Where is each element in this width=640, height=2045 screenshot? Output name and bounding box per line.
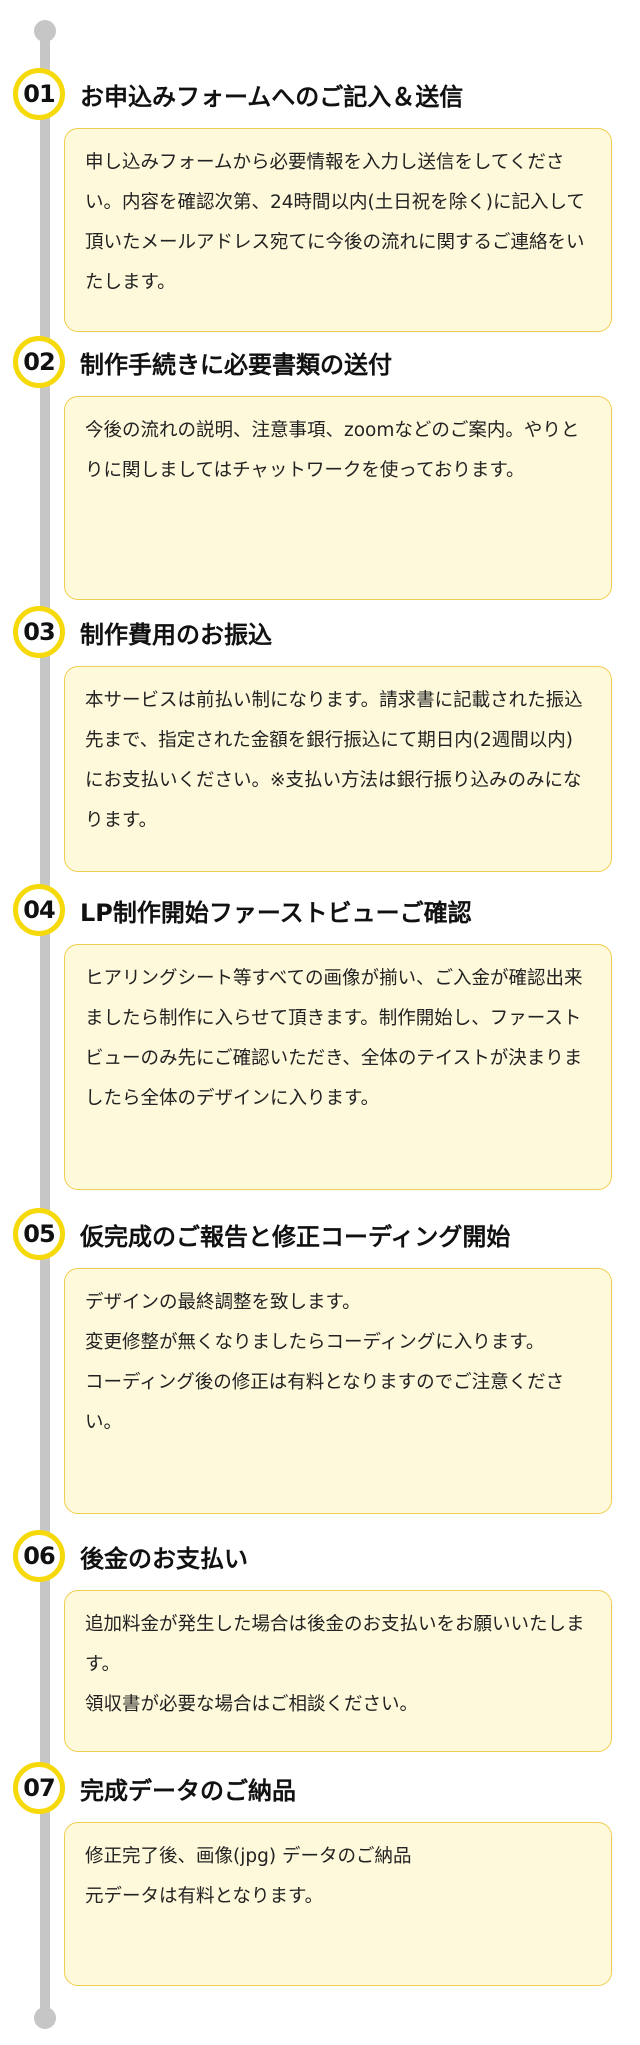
step-description: ヒアリングシート等すべての画像が揃い、ご入金が確認出来ましたら制作に入らせて頂き… xyxy=(85,968,583,1109)
step-title: 完成データのご納品 xyxy=(80,1777,296,1805)
step-description-box: ヒアリングシート等すべての画像が揃い、ご入金が確認出来ましたら制作に入らせて頂き… xyxy=(64,944,612,1190)
timeline-start-dot xyxy=(34,20,56,42)
step-description: 修正完了後、画像(jpg) データのご納品 元データは有料となります。 xyxy=(85,1846,412,1907)
step-title: 制作費用のお振込 xyxy=(80,621,272,649)
step-description-box: デザインの最終調整を致します。 変更修整が無くなりましたらコーディングに入ります… xyxy=(64,1268,612,1514)
step-description: 本サービスは前払い制になります。請求書に記載された振込先まで、指定された金額を銀… xyxy=(85,690,583,831)
timeline-end-dot xyxy=(34,2007,56,2029)
step-header: 06 後金のお支払い xyxy=(0,1530,640,1590)
step-title: 後金のお支払い xyxy=(80,1545,248,1573)
step-number-badge: 06 xyxy=(13,1530,65,1582)
step-header: 04 LP制作開始ファーストビューご確認 xyxy=(0,884,640,944)
step-header: 07 完成データのご納品 xyxy=(0,1762,640,1822)
step-header: 01 お申込みフォームへのご記入＆送信 xyxy=(0,68,640,128)
step-title: 制作手続きに必要書類の送付 xyxy=(80,351,392,379)
step-title: お申込みフォームへのご記入＆送信 xyxy=(80,83,464,111)
step-description-box: 今後の流れの説明、注意事項、zoomなどのご案内。やりとりに関しましてはチャット… xyxy=(64,396,612,600)
step-description: 今後の流れの説明、注意事項、zoomなどのご案内。やりとりに関しましてはチャット… xyxy=(85,420,580,481)
step-title: LP制作開始ファーストビューご確認 xyxy=(80,899,472,927)
step-description-box: 本サービスは前払い制になります。請求書に記載された振込先まで、指定された金額を銀… xyxy=(64,666,612,872)
step-description-box: 追加料金が発生した場合は後金のお支払いをお願いいたします。 領収書が必要な場合は… xyxy=(64,1590,612,1752)
step-description: 追加料金が発生した場合は後金のお支払いをお願いいたします。 領収書が必要な場合は… xyxy=(85,1614,585,1715)
step-description-box: 申し込みフォームから必要情報を入力し送信をしてください。内容を確認次第、24時間… xyxy=(64,128,612,332)
step-number-badge: 04 xyxy=(13,884,65,936)
step-number-badge: 07 xyxy=(13,1762,65,1814)
step-description: デザインの最終調整を致します。 変更修整が無くなりましたらコーディングに入ります… xyxy=(85,1292,565,1433)
step-description: 申し込みフォームから必要情報を入力し送信をしてください。内容を確認次第、24時間… xyxy=(85,152,585,293)
step-number-badge: 03 xyxy=(13,606,65,658)
step-title: 仮完成のご報告と修正コーディング開始 xyxy=(80,1223,511,1251)
step-header: 02 制作手続きに必要書類の送付 xyxy=(0,336,640,396)
step-number-badge: 02 xyxy=(13,336,65,388)
step-number-badge: 05 xyxy=(13,1208,65,1260)
step-description-box: 修正完了後、画像(jpg) データのご納品 元データは有料となります。 xyxy=(64,1822,612,1986)
step-number-badge: 01 xyxy=(13,68,65,120)
step-header: 05 仮完成のご報告と修正コーディング開始 xyxy=(0,1208,640,1268)
timeline-line xyxy=(40,32,50,2020)
step-header: 03 制作費用のお振込 xyxy=(0,606,640,666)
